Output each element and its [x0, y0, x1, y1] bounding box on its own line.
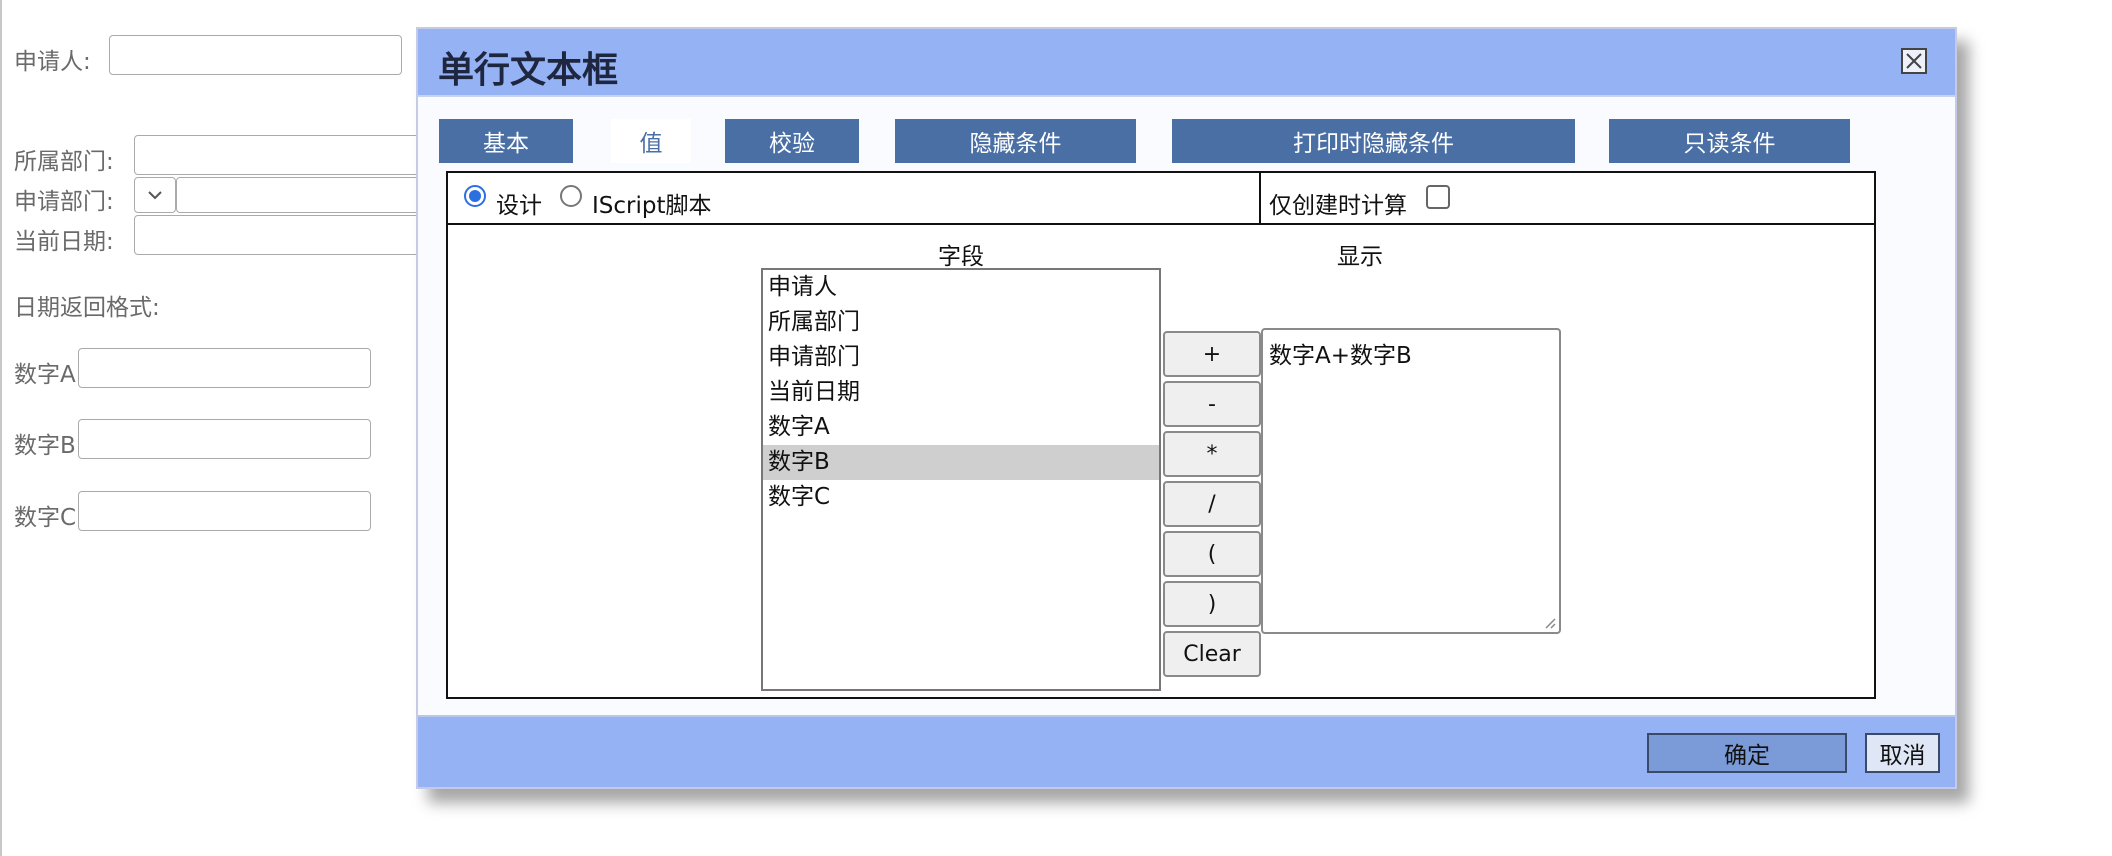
tab-value[interactable]: 值 — [611, 119, 691, 163]
applicant-input[interactable] — [109, 35, 402, 75]
close-button[interactable] — [1901, 48, 1927, 74]
open-paren-button[interactable]: ( — [1163, 531, 1261, 577]
dialog-footer: 确定 取消 — [418, 715, 1955, 787]
field-listbox[interactable]: 申请人 所属部门 申请部门 当前日期 数字A 数字B 数字C — [761, 268, 1161, 691]
display-value: 数字A+数字B — [1269, 343, 1412, 369]
number-a-input[interactable] — [78, 348, 371, 388]
single-line-textbox-dialog: 单行文本框 基本 值 校验 隐藏条件 打印时隐藏条件 只读条件 设计 IScri… — [416, 27, 1957, 789]
dialog-title: 单行文本框 — [438, 50, 619, 91]
number-b-input[interactable] — [78, 419, 371, 459]
design-radio-label: 设计 — [496, 193, 542, 219]
display-textarea[interactable]: 数字A+数字B — [1261, 328, 1561, 634]
value-panel: 设计 IScript脚本 仅创建时计算 字段 显示 申请人 所属部门 申请部门 … — [446, 171, 1876, 699]
multiply-button[interactable]: * — [1163, 431, 1261, 477]
dialog-titlebar: 单行文本框 — [418, 29, 1955, 97]
number-b-label: 数字B — [14, 433, 76, 459]
tab-readonly-conditions[interactable]: 只读条件 — [1609, 119, 1850, 163]
page-left-border — [0, 0, 2, 856]
number-c-input[interactable] — [78, 491, 371, 531]
tab-basic[interactable]: 基本 — [439, 119, 573, 163]
ok-button[interactable]: 确定 — [1647, 733, 1847, 773]
minus-button[interactable]: - — [1163, 381, 1261, 427]
department-label: 所属部门: — [14, 149, 114, 175]
iscript-radio-label: IScript脚本 — [592, 193, 712, 219]
close-icon — [1906, 53, 1922, 69]
list-item[interactable]: 当前日期 — [763, 375, 1159, 410]
plus-button[interactable]: + — [1163, 331, 1261, 377]
mode-row: 设计 IScript脚本 仅创建时计算 — [448, 173, 1874, 225]
list-item[interactable]: 申请部门 — [763, 340, 1159, 375]
tab-validation[interactable]: 校验 — [725, 119, 859, 163]
list-item[interactable]: 申请人 — [763, 270, 1159, 305]
design-radio[interactable] — [464, 185, 486, 207]
iscript-radio[interactable] — [560, 185, 582, 207]
tab-print-hide-conditions[interactable]: 打印时隐藏条件 — [1172, 119, 1575, 163]
list-item-selected[interactable]: 数字B — [763, 445, 1159, 480]
field-column-header: 字段 — [938, 244, 984, 270]
clear-button[interactable]: Clear — [1163, 631, 1261, 677]
resize-grip-icon[interactable] — [1544, 617, 1556, 629]
chevron-down-icon — [148, 191, 162, 200]
current-date-label: 当前日期: — [14, 229, 114, 255]
display-column-header: 显示 — [1337, 244, 1383, 270]
create-only-label: 仅创建时计算 — [1269, 193, 1407, 219]
tab-hide-conditions[interactable]: 隐藏条件 — [895, 119, 1136, 163]
close-paren-button[interactable]: ) — [1163, 581, 1261, 627]
divide-button[interactable]: / — [1163, 481, 1261, 527]
list-item[interactable]: 所属部门 — [763, 305, 1159, 340]
apply-department-input[interactable] — [176, 177, 424, 213]
number-a-label: 数字A — [14, 362, 76, 388]
applicant-label: 申请人: — [14, 49, 91, 75]
apply-department-label: 申请部门: — [14, 189, 114, 215]
list-item[interactable]: 数字A — [763, 410, 1159, 445]
cancel-button[interactable]: 取消 — [1865, 733, 1940, 773]
create-only-checkbox[interactable] — [1426, 185, 1450, 209]
current-date-input[interactable] — [134, 215, 424, 255]
mode-row-divider — [1259, 173, 1261, 223]
date-format-label: 日期返回格式: — [14, 295, 160, 321]
number-c-label: 数字C — [14, 505, 77, 531]
list-item[interactable]: 数字C — [763, 480, 1159, 515]
apply-department-select[interactable] — [134, 177, 176, 213]
department-input[interactable] — [134, 135, 424, 175]
